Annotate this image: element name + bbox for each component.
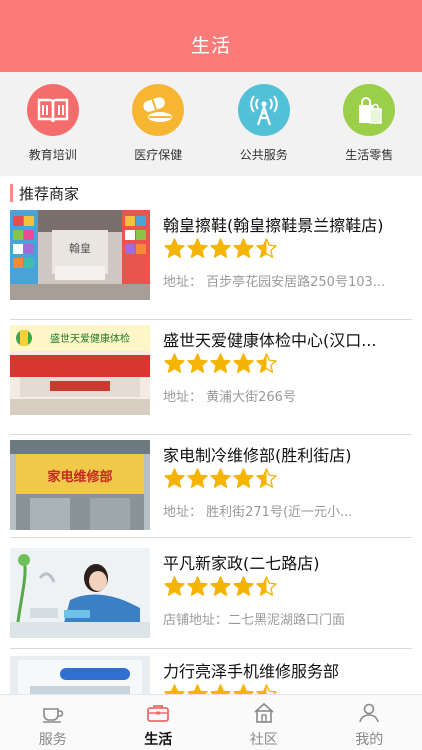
merchant-item[interactable]: 平凡新家政(二七路店) 店铺地址：二七黑泥湖路口门面 [0, 548, 422, 663]
star-icon [210, 576, 231, 596]
merchant-thumbnail: 家电维修部 [10, 440, 150, 530]
thumb-sign: 家电维修部 [47, 469, 112, 485]
tab-label: 社区 [249, 732, 278, 748]
merchant-item[interactable]: 力行亮泽手机维修服务部 [0, 656, 422, 694]
tab-mine[interactable]: 我的 [317, 695, 422, 750]
category-bar: 教育培训 医疗保健 公共服务 生活零售 [0, 72, 422, 176]
star-icon [256, 238, 277, 258]
category-medical[interactable]: 医疗保健 [106, 72, 212, 176]
merchant-name: 力行亮泽手机维修服务部 [163, 662, 340, 681]
category-label: 教育培训 [28, 148, 77, 162]
category-retail[interactable]: 生活零售 [317, 72, 422, 176]
category-label: 公共服务 [239, 148, 288, 162]
thumb-sign: 盛世天爱健康体检 [50, 332, 130, 345]
star-icon [187, 353, 208, 373]
app-header: 生活 [0, 0, 422, 72]
tab-community[interactable]: 社区 [211, 695, 317, 750]
divider [10, 319, 412, 320]
merchant-name: 盛世天爱健康体检中心(汉口... [163, 331, 377, 350]
rating-stars [163, 575, 278, 598]
category-education[interactable]: 教育培训 [0, 72, 106, 176]
star-icon [187, 684, 208, 694]
pills-icon [132, 84, 185, 136]
star-icon [187, 468, 208, 488]
merchant-thumbnail: 盛世天爱健康体检 [10, 325, 150, 415]
star-icon [256, 684, 277, 694]
category-label: 生活零售 [345, 148, 394, 162]
shopping-bag-icon [343, 84, 396, 136]
tab-service[interactable]: 服务 [0, 695, 106, 750]
merchant-item[interactable]: 盛世天爱健康体检 盛世天爱健康体检中心(汉口... 地址： 黄浦大街266号 [0, 325, 422, 440]
star-icon [210, 684, 231, 694]
section-header: 推荐商家 [0, 176, 422, 210]
star-icon [256, 468, 277, 488]
divider [10, 648, 412, 649]
star-icon [233, 468, 254, 488]
divider [10, 537, 412, 538]
star-icon [233, 684, 254, 694]
divider [10, 434, 412, 435]
star-icon [164, 468, 185, 488]
signal-tower-icon [237, 84, 290, 136]
star-icon [256, 353, 277, 373]
section-title: 推荐商家 [19, 184, 80, 203]
merchant-item[interactable]: 翰皇 翰皇擦鞋(翰皇擦鞋景兰擦鞋店) 地址： 百步亭花园安居路250号103..… [0, 210, 422, 325]
cup-icon [42, 708, 64, 723]
user-icon [359, 703, 380, 723]
tab-label: 生活 [144, 732, 173, 748]
star-icon [164, 238, 185, 258]
star-icon [164, 353, 185, 373]
star-icon [187, 238, 208, 258]
star-icon [210, 353, 231, 373]
tab-label: 我的 [355, 732, 384, 748]
tab-label: 服务 [38, 732, 67, 748]
book-icon [26, 84, 79, 136]
category-public-service[interactable]: 公共服务 [211, 72, 317, 176]
merchant-name: 家电制冷维修部(胜利街店) [163, 446, 352, 465]
rating-stars [163, 467, 278, 490]
house-icon [254, 702, 274, 723]
star-icon [210, 468, 231, 488]
merchant-list: 翰皇 翰皇擦鞋(翰皇擦鞋景兰擦鞋店) 地址： 百步亭花园安居路250号103..… [0, 210, 422, 694]
section-accent-bar [10, 184, 13, 202]
merchant-name: 翰皇擦鞋(翰皇擦鞋景兰擦鞋店) [163, 216, 384, 235]
thumb-sign: 翰皇 [69, 241, 91, 255]
merchant-address: 店铺地址：二七黑泥湖路口门面 [163, 613, 346, 628]
star-icon [233, 353, 254, 373]
star-icon [233, 238, 254, 258]
merchant-thumbnail: 翰皇 [10, 210, 150, 300]
star-icon [210, 238, 231, 258]
rating-stars [163, 237, 278, 260]
rating-stars [163, 352, 278, 375]
merchant-name: 平凡新家政(二七路店) [163, 554, 320, 573]
category-label: 医疗保健 [134, 148, 183, 162]
merchant-thumbnail [10, 656, 150, 694]
bottom-tab-bar: 服务 生活 社区 我的 [0, 694, 422, 750]
rating-stars [163, 683, 278, 694]
star-icon [256, 576, 277, 596]
star-icon [164, 576, 185, 596]
briefcase-icon [147, 705, 170, 722]
merchant-address: 地址： 胜利街271号(近一元小... [163, 505, 353, 520]
merchant-address: 地址： 黄浦大街266号 [163, 390, 296, 405]
star-icon [187, 576, 208, 596]
page-title: 生活 [190, 35, 231, 57]
star-icon [164, 684, 185, 694]
merchant-thumbnail [10, 548, 150, 638]
tab-life[interactable]: 生活 [106, 695, 212, 750]
star-icon [233, 576, 254, 596]
merchant-address: 地址： 百步亭花园安居路250号103... [163, 275, 386, 290]
